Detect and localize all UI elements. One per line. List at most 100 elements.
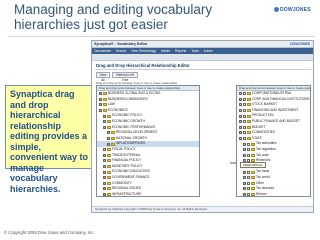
folder-icon: [107, 125, 111, 129]
folder-icon: [251, 153, 255, 157]
expand-toggle-icon[interactable]: +: [239, 120, 242, 124]
folder-icon: [247, 131, 251, 135]
expand-toggle-icon[interactable]: +: [243, 153, 246, 157]
expand-toggle-icon[interactable]: +: [107, 131, 110, 135]
title-divider: [8, 36, 314, 37]
folder-icon: [107, 176, 111, 180]
row-checkbox[interactable]: [247, 142, 250, 146]
left-tree-row[interactable]: + INFRASTRUCTURE: [97, 192, 199, 198]
folder-icon: [103, 109, 107, 113]
menu-view-terminology[interactable]: View Terminology: [131, 48, 156, 54]
expand-toggle-icon[interactable]: +: [103, 170, 106, 174]
right-tree-panel[interactable]: Drag and drop terms between trees or tre…: [236, 85, 311, 197]
expand-toggle-icon[interactable]: +: [107, 142, 110, 146]
menu-tools[interactable]: Tools: [191, 48, 198, 54]
folder-icon: [247, 120, 251, 124]
folder-icon: [107, 170, 111, 174]
expand-toggle-icon[interactable]: +: [243, 148, 246, 152]
row-checkbox[interactable]: [243, 97, 246, 101]
row-checkbox[interactable]: [247, 176, 250, 180]
row-checkbox[interactable]: [243, 92, 246, 96]
expand-toggle-icon[interactable]: +: [103, 159, 106, 163]
folder-icon: [107, 114, 111, 118]
left-tree-panel[interactable]: Drag and drop terms between trees or tre…: [96, 85, 200, 197]
callout-box: Synaptica drag and drop hierarchical rel…: [5, 85, 93, 194]
expand-toggle-icon[interactable]: +: [243, 181, 246, 185]
footer-copyright: © Copyright 2008 Dow Jones and Company, …: [4, 230, 95, 235]
expand-toggle-icon[interactable]: +: [103, 192, 106, 196]
view-all-button[interactable]: View All: [96, 72, 110, 82]
folder-icon: [107, 120, 111, 124]
app-status-bar: Synaptica (c) Software Copyright © 2008 …: [92, 206, 313, 212]
app-heading-divider: [95, 69, 311, 70]
row-checkbox[interactable]: [243, 114, 246, 118]
brand-logo: DOWJONES: [280, 7, 311, 13]
menu-taxonomies[interactable]: Taxonomies: [94, 48, 111, 54]
menu-search[interactable]: Search: [116, 48, 126, 54]
expand-toggle-icon[interactable]: +: [103, 187, 106, 191]
left-tree: + BUSINESS GLOBAL BUS & ECONS + BUSINESS/CO…: [97, 91, 199, 197]
expand-toggle-icon[interactable]: +: [243, 170, 246, 174]
refresh-left-tree-button[interactable]: Refresh Left Tree: [112, 72, 138, 82]
folder-icon: [247, 92, 251, 96]
row-checkbox[interactable]: [247, 192, 250, 196]
expand-toggle-icon[interactable]: +: [103, 176, 106, 180]
folder-icon: [251, 187, 255, 191]
expand-toggle-icon[interactable]: +: [103, 165, 106, 169]
expand-toggle-icon[interactable]: +: [99, 103, 102, 107]
folder-icon: [111, 131, 115, 135]
expand-toggle-icon[interactable]: +: [243, 176, 246, 180]
expand-toggle-icon[interactable]: +: [107, 137, 110, 141]
folder-icon: [247, 109, 251, 113]
tree-row-label: INFRASTRUCTURE: [112, 191, 142, 196]
expand-toggle-icon[interactable]: +: [239, 97, 242, 101]
row-checkbox[interactable]: [247, 153, 250, 157]
app-window-title: Synaptica® - Vocabulary Editor: [94, 42, 148, 46]
expand-toggle-icon[interactable]: +: [103, 120, 106, 124]
row-checkbox[interactable]: [247, 187, 250, 191]
expand-toggle-icon[interactable]: +: [239, 131, 242, 135]
folder-icon: [247, 97, 251, 101]
expand-toggle-icon[interactable]: +: [103, 181, 106, 185]
row-checkbox[interactable]: [247, 181, 250, 185]
expand-toggle-icon[interactable]: +: [243, 142, 246, 146]
folder-icon: [251, 181, 255, 185]
menu-admin-2[interactable]: Admin: [204, 48, 213, 54]
expand-toggle-icon[interactable]: +: [239, 109, 242, 113]
row-checkbox[interactable]: [243, 109, 246, 113]
expand-toggle-icon[interactable]: +: [99, 109, 102, 113]
expand-toggle-icon[interactable]: +: [243, 192, 246, 196]
expand-toggle-icon[interactable]: +: [103, 148, 106, 152]
row-checkbox[interactable]: [247, 170, 250, 174]
drag-tooltip: Inflation/Prices: [240, 162, 266, 168]
folder-icon: [103, 92, 107, 96]
folder-icon: [107, 153, 111, 157]
app-logo: DOWJONES: [290, 42, 310, 46]
app-titlebar: Synaptica® - Vocabulary Editor DOWJONES: [92, 41, 313, 48]
expand-toggle-icon[interactable]: +: [103, 125, 106, 129]
expand-toggle-icon[interactable]: +: [239, 137, 242, 141]
expand-toggle-icon[interactable]: +: [99, 97, 102, 101]
row-checkbox[interactable]: [247, 148, 250, 152]
folder-icon: [251, 176, 255, 180]
expand-toggle-icon[interactable]: +: [103, 153, 106, 157]
expand-toggle-icon[interactable]: +: [239, 103, 242, 107]
folder-icon: [107, 181, 111, 185]
expand-toggle-icon[interactable]: +: [99, 92, 102, 96]
expand-toggle-icon[interactable]: +: [239, 125, 242, 129]
folder-icon: [107, 159, 111, 163]
row-checkbox[interactable]: [243, 131, 246, 135]
row-checkbox[interactable]: [243, 125, 246, 129]
row-checkbox[interactable]: [243, 120, 246, 124]
menu-reports[interactable]: Reports: [175, 48, 186, 54]
expand-toggle-icon[interactable]: +: [239, 114, 242, 118]
expand-toggle-icon[interactable]: +: [239, 92, 242, 96]
row-checkbox[interactable]: [243, 103, 246, 107]
menu-admin[interactable]: Admin: [161, 48, 170, 54]
folder-icon: [107, 148, 111, 152]
expand-toggle-icon[interactable]: +: [103, 114, 106, 118]
right-tree: + CORPORATE/INDUSTRIAL + CORP. AND FINANCIA…: [237, 91, 310, 197]
row-checkbox[interactable]: [243, 137, 246, 141]
expand-toggle-icon[interactable]: +: [243, 187, 246, 191]
right-tree-row[interactable]: + Reform: [237, 192, 310, 198]
